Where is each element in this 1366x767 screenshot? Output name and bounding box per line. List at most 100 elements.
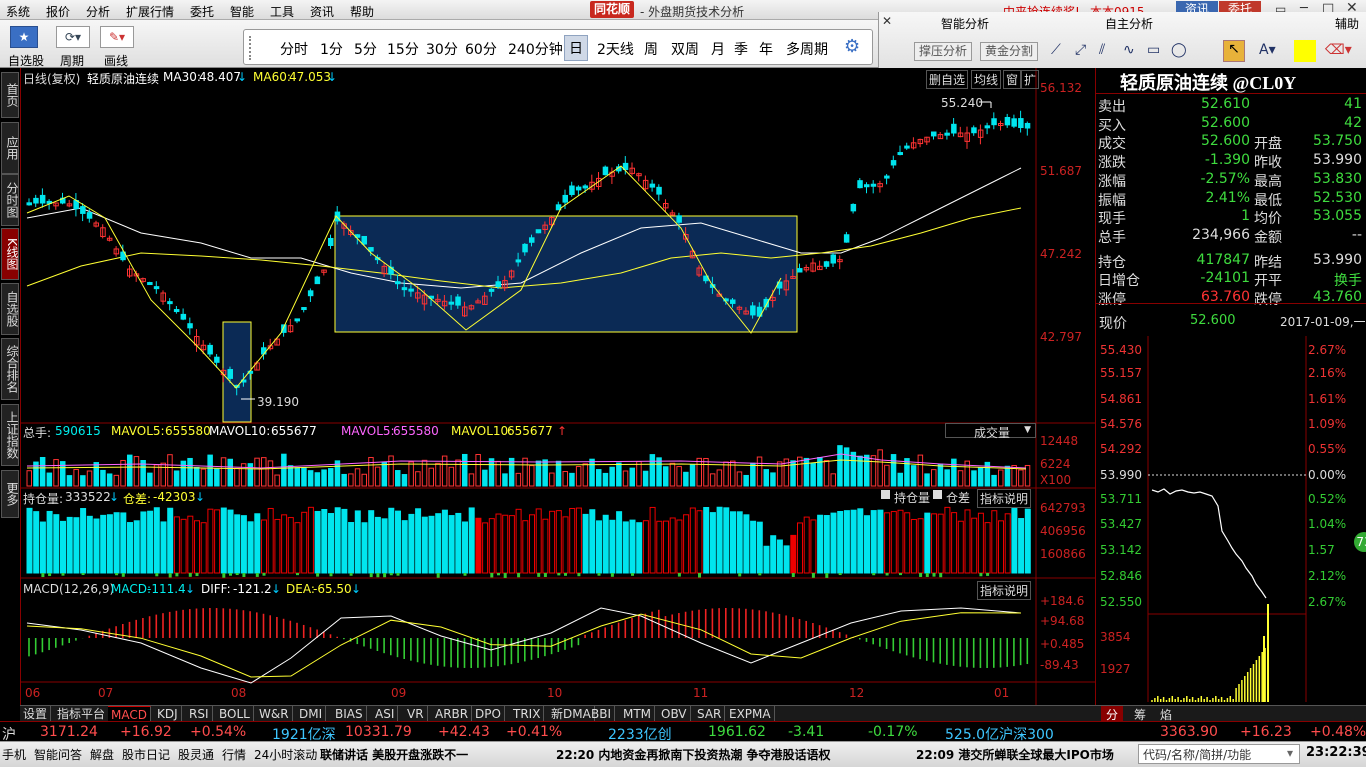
news-headline-3[interactable]: 22:09 港交所蝉联全球最大IPO市场	[916, 746, 1114, 763]
period-timeshare[interactable]: 分时	[280, 39, 308, 59]
ray-tool-icon[interactable]: ⤢	[1075, 42, 1086, 58]
indicator-tab-[interactable]: 指标平台	[54, 706, 110, 722]
golden-section-button[interactable]: 黄金分割	[980, 42, 1038, 61]
index-item[interactable]: +16.92	[120, 724, 172, 740]
chart-area[interactable]: 日线(复权) 轻质原油连续 MA30: 48.407 ↓ MA60: 47.05…	[20, 68, 1096, 705]
indicator-tab-wr[interactable]: W&R	[256, 706, 293, 722]
indicator-tab-vr[interactable]: VR	[404, 706, 428, 722]
ticker-24h[interactable]: 24小时滚动	[254, 746, 317, 763]
index-item[interactable]: +0.41%	[506, 724, 562, 740]
period-1min[interactable]: 1分	[320, 39, 343, 59]
vol-indicator-select[interactable]: 成交量 ▼	[945, 423, 1036, 440]
news-headline-2[interactable]: 22:20 内地资金再掀南下投资热潮 争夺港股话语权	[556, 746, 831, 763]
ticker-market[interactable]: 行情	[222, 746, 246, 763]
ma-button[interactable]: 均线	[971, 70, 1002, 89]
cursor-tool-icon[interactable]: ↖	[1223, 40, 1245, 62]
period-2week[interactable]: 双周	[671, 39, 699, 59]
nav-sh-index[interactable]: 上证指数	[1, 404, 19, 466]
indicator-tab-bbi[interactable]: BBI	[588, 706, 616, 722]
menu-info[interactable]: 资讯	[310, 3, 334, 20]
indicator-tab-kdj[interactable]: KDJ	[154, 706, 182, 722]
search-dropdown-icon[interactable]: ▾	[1287, 746, 1293, 760]
period-60min[interactable]: 60分	[465, 39, 497, 59]
menu-smart[interactable]: 智能	[230, 3, 254, 20]
index-item[interactable]: -3.41	[788, 724, 824, 740]
indicator-tab-expma[interactable]: EXPMA	[726, 706, 775, 722]
menu-extended-quote[interactable]: 扩展行情	[126, 3, 174, 20]
indicator-tab-[interactable]: 设置	[20, 706, 52, 722]
oi-diff-checkbox[interactable]	[933, 490, 942, 499]
indicator-tab-rsi[interactable]: RSI	[186, 706, 213, 722]
index-item[interactable]: +0.54%	[190, 724, 246, 740]
period-15min[interactable]: 15分	[387, 39, 419, 59]
index-item[interactable]: -0.17%	[868, 724, 918, 740]
indicator-tab-macd[interactable]: MACD	[108, 706, 151, 722]
oi-indicator-desc-button[interactable]: 指标说明	[977, 489, 1032, 508]
period-week[interactable]: 周	[644, 39, 658, 59]
text-tool-icon[interactable]: A▾	[1259, 42, 1276, 58]
period-clock-icon[interactable]: ⟳▾	[56, 26, 90, 48]
ticker-mobile[interactable]: 手机	[2, 746, 26, 763]
period-month[interactable]: 月	[711, 39, 725, 59]
period-day[interactable]: 日	[564, 35, 588, 61]
nav-kline[interactable]: K线图	[1, 228, 19, 280]
macd-indicator-desc-button[interactable]: 指标说明	[977, 581, 1032, 600]
remove-favorite-button[interactable]: 删自选	[926, 70, 969, 89]
toolbar-label-draw[interactable]: 画线	[104, 52, 128, 69]
indicator-tab-trix[interactable]: TRIX	[510, 706, 545, 722]
period-30min[interactable]: 30分	[426, 39, 458, 59]
ellipse-tool-icon[interactable]: ◯	[1171, 42, 1187, 58]
intraday-mini-chart[interactable]: 55.430 55.157 54.861 54.576 54.292 53.990 53.7…	[1096, 336, 1366, 702]
oi-checkbox[interactable]	[881, 490, 890, 499]
settings-gear-icon[interactable]: ⚙	[844, 36, 860, 57]
rect-tool-icon[interactable]: ▭	[1147, 42, 1160, 58]
index-item[interactable]: +0.48%	[1310, 724, 1366, 740]
nav-favorites[interactable]: 自选股	[1, 283, 19, 335]
color-picker-icon[interactable]	[1294, 40, 1316, 62]
toolbar-label-period[interactable]: 周期	[60, 52, 84, 69]
period-240min[interactable]: 240分钟	[508, 39, 563, 59]
aux-label[interactable]: 辅助	[1335, 15, 1359, 32]
period-2day[interactable]: 2天线	[597, 39, 634, 59]
menu-help[interactable]: 帮助	[350, 3, 374, 20]
index-item[interactable]: 3171.24	[40, 724, 98, 740]
channel-tool-icon[interactable]: ⫽	[1099, 42, 1105, 58]
indicator-tab-bias[interactable]: BIAS	[332, 706, 367, 722]
indicator-tab-dpo[interactable]: DPO	[472, 706, 505, 722]
menu-tools[interactable]: 工具	[270, 3, 294, 20]
indicator-tab-dmi[interactable]: DMI	[296, 706, 327, 722]
period-year[interactable]: 年	[759, 39, 773, 59]
indicator-tab-arbr[interactable]: ARBR	[432, 706, 473, 722]
period-multi[interactable]: 多周期	[786, 39, 828, 59]
menu-quote[interactable]: 报价	[46, 3, 70, 20]
ticker-smart-qa[interactable]: 智能问答	[34, 746, 82, 763]
nav-apps[interactable]: 应用	[1, 122, 19, 174]
indicator-tab-mtm[interactable]: MTM	[620, 706, 656, 722]
index-item[interactable]: +42.43	[438, 724, 490, 740]
eraser-tool-icon[interactable]: ⌫▾	[1325, 42, 1352, 58]
ticker-comment[interactable]: 解盘	[90, 746, 114, 763]
index-item[interactable]: 3363.90	[1160, 724, 1218, 740]
smart-analysis-title[interactable]: 智能分析	[941, 15, 989, 32]
ticker-stock-link[interactable]: 股灵通	[178, 746, 214, 763]
menu-trade[interactable]: 委托	[190, 3, 214, 20]
indicator-tab-obv[interactable]: OBV	[658, 706, 691, 722]
support-resistance-button[interactable]: 撑压分析	[914, 42, 972, 61]
menu-analysis[interactable]: 分析	[86, 3, 110, 20]
indicator-tab-asi[interactable]: ASI	[372, 706, 399, 722]
indicator-tab-sar[interactable]: SAR	[694, 706, 726, 722]
ticker-diary[interactable]: 股市日记	[122, 746, 170, 763]
index-item[interactable]: +16.23	[1240, 724, 1292, 740]
nav-ranking[interactable]: 综合排名	[1, 338, 19, 400]
nav-home[interactable]: 首页	[1, 72, 19, 118]
self-analysis-title[interactable]: 自主分析	[1105, 15, 1153, 32]
favorite-star-icon[interactable]: ★	[10, 26, 38, 48]
wave-tool-icon[interactable]: ∿	[1123, 42, 1135, 58]
expand-button[interactable]: 扩	[1021, 70, 1040, 89]
period-quarter[interactable]: 季	[734, 39, 748, 59]
nav-more[interactable]: 更多	[1, 470, 19, 518]
period-5min[interactable]: 5分	[354, 39, 377, 59]
index-item[interactable]: 1961.62	[708, 724, 766, 740]
code-search-input[interactable]: 代码/名称/简拼/功能	[1138, 744, 1300, 764]
news-headline-1[interactable]: 联储讲话 美股开盘涨跌不一	[320, 746, 468, 763]
